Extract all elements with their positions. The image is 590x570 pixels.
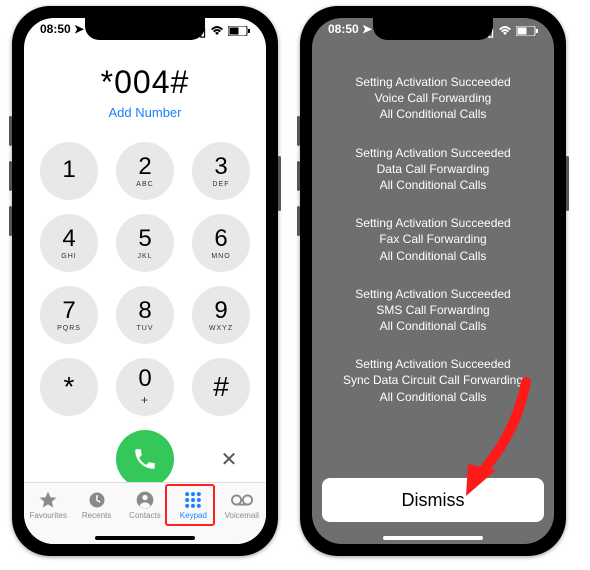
ussd-block: Setting Activation Succeeded Voice Call … [326,74,540,123]
key-3[interactable]: 3DEF [192,142,250,200]
key-1[interactable]: 1 [40,142,98,200]
dialed-number: *004# [24,64,266,101]
tab-label: Keypad [180,511,207,520]
ussd-block: Setting Activation Succeeded Fax Call Fo… [326,215,540,264]
key-0[interactable]: 0+ [116,358,174,416]
location-icon: ➤ [362,22,372,36]
keypad: 1 2ABC 3DEF 4GHI 5JKL 6MNO 7PQRS 8TUV 9W… [40,142,250,416]
tab-voicemail[interactable]: Voicemail [219,489,265,520]
tab-contacts[interactable]: Contacts [122,489,168,520]
screen-keypad: 08:50 ➤ ▮▮▯▯ *004# Add Number 1 2ABC 3DE… [24,18,266,544]
notch [373,18,493,40]
ussd-block: Setting Activation Succeeded Data Call F… [326,145,540,194]
key-hash[interactable]: # [192,358,250,416]
ussd-message-body: Setting Activation Succeeded Voice Call … [312,74,554,470]
key-7[interactable]: 7PQRS [40,286,98,344]
tab-label: Voicemail [225,511,259,520]
tab-recents[interactable]: Recents [74,489,120,520]
dismiss-label: Dismiss [402,490,465,511]
tab-keypad[interactable]: Keypad [170,489,216,520]
status-time: 08:50 ➤ [328,22,372,42]
key-4[interactable]: 4GHI [40,214,98,272]
call-button[interactable] [116,430,174,488]
status-time: 08:50 ➤ [40,22,84,42]
key-6[interactable]: 6MNO [192,214,250,272]
notch [85,18,205,40]
voicemail-icon [231,489,253,511]
home-indicator[interactable] [383,536,483,540]
phone-right: 08:50 ➤ ▮▮▯▯ Setting Activation Succeede… [300,6,566,556]
tab-favourites[interactable]: Favourites [25,489,71,520]
tab-bar: Favourites Recents Contacts Keypad Voice… [24,482,266,544]
tab-label: Favourites [30,511,67,520]
keypad-icon [182,489,204,511]
tab-label: Contacts [129,511,161,520]
key-8[interactable]: 8TUV [116,286,174,344]
clock-icon [86,489,108,511]
wifi-icon [498,25,512,39]
dial-display: *004# Add Number [24,64,266,122]
ussd-block: Setting Activation Succeeded SMS Call Fo… [326,286,540,335]
key-5[interactable]: 5JKL [116,214,174,272]
person-icon [134,489,156,511]
delete-icon: ✕ [221,447,238,472]
key-2[interactable]: 2ABC [116,142,174,200]
call-row: ✕ [40,430,250,488]
home-indicator[interactable] [95,536,195,540]
battery-icon [516,25,538,39]
phone-left: 08:50 ➤ ▮▮▯▯ *004# Add Number 1 2ABC 3DE… [12,6,278,556]
tab-label: Recents [82,511,111,520]
key-star[interactable]: * [40,358,98,416]
screen-ussd-result: 08:50 ➤ ▮▮▯▯ Setting Activation Succeede… [312,18,554,544]
battery-icon [228,25,250,39]
dismiss-button[interactable]: Dismiss [322,478,544,522]
key-9[interactable]: 9WXYZ [192,286,250,344]
phone-icon [132,446,158,472]
wifi-icon [210,25,224,39]
location-icon: ➤ [74,22,84,36]
add-number-link[interactable]: Add Number [109,105,182,120]
ussd-block: Setting Activation Succeeded Sync Data C… [326,356,540,405]
star-icon [37,489,59,511]
delete-button[interactable]: ✕ [214,444,244,474]
